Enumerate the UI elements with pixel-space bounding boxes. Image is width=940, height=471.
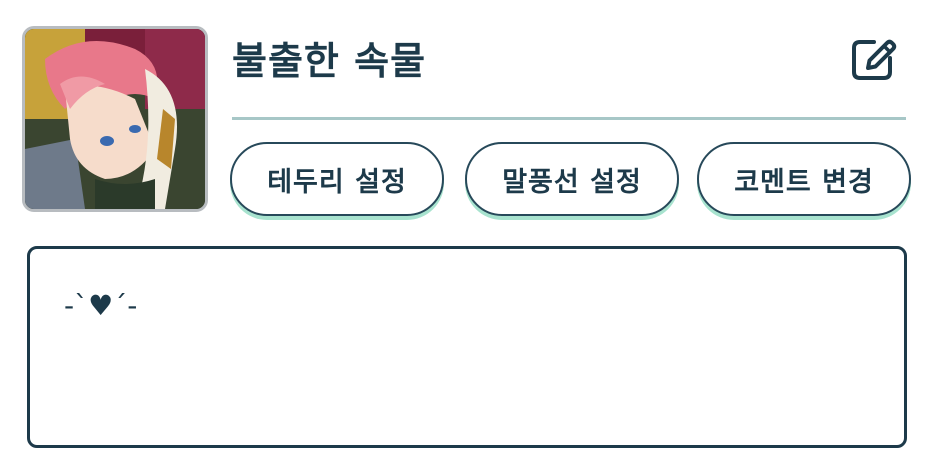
edit-icon[interactable] (848, 34, 898, 84)
comment-text: -`♥´- (64, 289, 138, 322)
header-divider (232, 117, 906, 120)
border-settings-button[interactable]: 테두리 설정 (230, 142, 444, 216)
character-portrait-image (25, 29, 205, 209)
profile-avatar[interactable] (22, 26, 208, 212)
comment-box: -`♥´- (27, 246, 907, 448)
profile-name: 불출한 속물 (232, 39, 427, 83)
speech-bubble-settings-button[interactable]: 말풍선 설정 (465, 142, 679, 216)
change-comment-button[interactable]: 코멘트 변경 (697, 142, 911, 216)
